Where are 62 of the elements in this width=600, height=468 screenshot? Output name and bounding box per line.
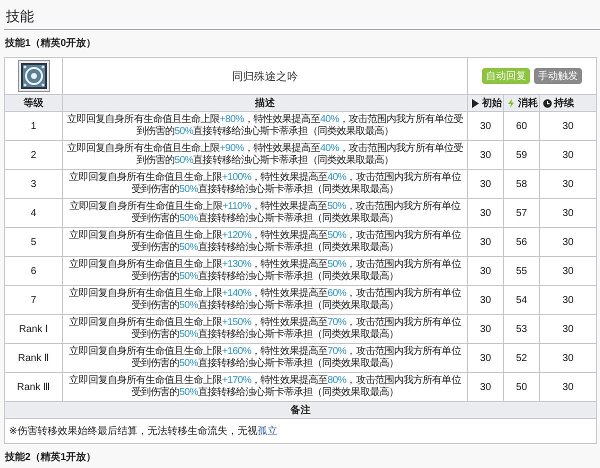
table-cell: 30 — [540, 140, 596, 170]
table-cell: 53 — [504, 314, 540, 344]
table-cell: 7 — [4, 286, 62, 314]
table-cell: 30 — [468, 256, 504, 286]
table-cell: 30 — [468, 344, 504, 372]
remark-link[interactable]: 孤立 — [257, 426, 278, 437]
remark-text: ※伤害转移效果始终最后结算，无法转移生命流失，无视孤立 — [9, 426, 278, 437]
table-cell: 30 — [540, 112, 596, 140]
column-header: 描述 — [62, 94, 468, 112]
play-icon — [471, 98, 480, 108]
table-cell: 30 — [540, 256, 596, 286]
table-cell: 54 — [504, 286, 540, 314]
table-cell: 30 — [540, 344, 596, 372]
table-cell: Rank Ⅱ — [4, 344, 62, 372]
table-cell: 30 — [540, 170, 596, 198]
description-cell: 立即回复自身所有生命值且生命上限+140%，特性效果提高至60%，攻击范围内我方所有单位受到伤害的50%直接转移给浊心斯卡蒂承担（同类效果取最高） — [62, 286, 468, 314]
description-cell: 立即回复自身所有生命值且生命上限+150%，特性效果提高至70%，攻击范围内我方所有单位受到伤害的50%直接转移给浊心斯卡蒂承担（同类效果取最高） — [62, 314, 468, 344]
table-cell: 2 — [4, 140, 62, 170]
table-cell: 52 — [504, 344, 540, 372]
description-cell: 立即回复自身所有生命值且生命上限+80%，特性效果提高至40%，攻击范围内我方所有单位受到伤害的50%直接转移给浊心斯卡蒂承担（同类效果取最高） — [62, 112, 468, 140]
table-cell: 60 — [504, 112, 540, 140]
clock-icon — [543, 98, 552, 108]
column-header: 初始 — [482, 98, 502, 109]
table-cell: 55 — [504, 256, 540, 286]
section-title: 技能 — [4, 0, 600, 30]
skill-heading: 技能2（精英1开放） — [4, 450, 98, 465]
column-header: 消耗 — [518, 98, 538, 109]
table-cell: 30 — [468, 170, 504, 198]
skill-heading: 技能1（精英0开放） — [4, 36, 98, 51]
lightning-icon — [507, 98, 516, 108]
table-cell: 57 — [504, 198, 540, 228]
table-cell: 6 — [4, 256, 62, 286]
description-cell: 立即回复自身所有生命值且生命上限+90%，特性效果提高至40%，攻击范围内我方所有单位受到伤害的50%直接转移给浊心斯卡蒂承担（同类效果取最高） — [62, 140, 468, 170]
table-cell: 3 — [4, 170, 62, 198]
description-cell: 立即回复自身所有生命值且生命上限+160%，特性效果提高至70%，攻击范围内我方所有单位受到伤害的50%直接转移给浊心斯卡蒂承担（同类效果取最高） — [62, 344, 468, 372]
skill-tag: 手动触发 — [534, 68, 582, 84]
column-header: 持续 — [554, 98, 574, 109]
table-cell: 30 — [468, 286, 504, 314]
table-cell: Rank Ⅰ — [4, 314, 62, 344]
description-cell: 立即回复自身所有生命值且生命上限+120%，特性效果提高至50%，攻击范围内我方所有单位受到伤害的50%直接转移给浊心斯卡蒂承担（同类效果取最高） — [62, 228, 468, 256]
table-cell: 30 — [540, 228, 596, 256]
table-cell: 30 — [540, 286, 596, 314]
table-cell: 30 — [540, 314, 596, 344]
table-cell: 30 — [540, 198, 596, 228]
column-header: 等级 — [4, 94, 62, 112]
description-cell: 立即回复自身所有生命值且生命上限+100%，特性效果提高至40%，攻击范围内我方所有单位受到伤害的50%直接转移给浊心斯卡蒂承担（同类效果取最高） — [62, 170, 468, 198]
table-cell: 56 — [504, 228, 540, 256]
table-cell: 5 — [4, 228, 62, 256]
table-cell: 30 — [468, 198, 504, 228]
table-cell: 1 — [4, 112, 62, 140]
remarks-header: 备注 — [4, 402, 596, 418]
table-cell: 59 — [504, 140, 540, 170]
table-cell: 30 — [468, 140, 504, 170]
skill-tag: 自动回复 — [482, 68, 530, 84]
table-cell: 30 — [468, 314, 504, 344]
description-cell: 立即回复自身所有生命值且生命上限+110%，特性效果提高至50%，攻击范围内我方所有单位受到伤害的50%直接转移给浊心斯卡蒂承担（同类效果取最高） — [62, 198, 468, 228]
table-cell: 30 — [468, 112, 504, 140]
table-cell: 30 — [468, 228, 504, 256]
table-cell: 4 — [4, 198, 62, 228]
table-cell: 58 — [504, 170, 540, 198]
skill-name: 同归殊途之吟 — [62, 58, 468, 94]
description-cell: 立即回复自身所有生命值且生命上限+130%，特性效果提高至50%，攻击范围内我方所有单位受到伤害的50%直接转移给浊心斯卡蒂承担（同类效果取最高） — [62, 256, 468, 286]
